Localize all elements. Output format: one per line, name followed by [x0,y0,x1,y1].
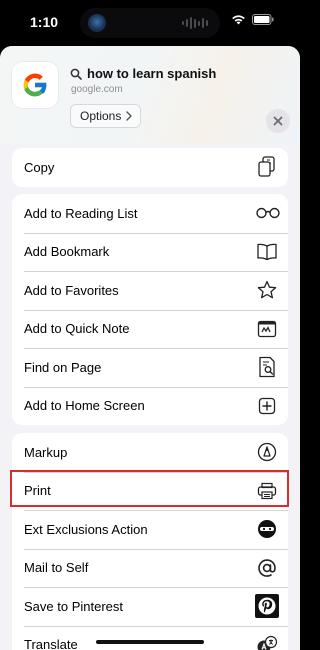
copy-icon [256,156,278,178]
options-label: Options [80,109,122,123]
action-add-to-reading-list[interactable]: Add to Reading List [12,194,288,233]
search-icon [70,68,82,80]
find-on-page-icon [256,356,278,378]
share-sheet-header: how to learn spanish google.com Options [0,46,300,144]
close-button[interactable] [266,109,290,133]
action-label: Translate [24,637,78,650]
at-icon [256,557,278,579]
now-playing-artwork [88,14,106,32]
action-label: Add to Reading List [24,205,138,221]
status-time: 1:10 [30,14,59,30]
markup-pen-icon [256,441,278,463]
action-label: Save to Pinterest [24,598,123,614]
action-label: Add Bookmark [24,244,110,260]
status-bar: 1:10 [0,0,300,46]
home-indicator [96,640,204,644]
pinterest-icon [254,593,280,619]
action-label: Find on Page [24,359,102,375]
action-find-on-page[interactable]: Find on Page [12,348,288,387]
site-url: google.com [71,84,123,95]
action-label: Copy [24,159,55,175]
status-icons [231,14,274,25]
action-group-browse: Add to Reading List Add Bookmark Add to … [12,194,288,425]
action-label: Add to Quick Note [24,321,130,337]
action-add-to-favorites[interactable]: Add to Favorites [12,271,288,310]
action-label: Add to Home Screen [24,398,145,414]
options-button[interactable]: Options [70,104,142,128]
action-label: Add to Favorites [24,282,119,298]
dynamic-island [80,8,220,38]
action-ext-exclusions[interactable]: Ext Exclusions Action [12,510,288,549]
google-logo-icon [12,62,58,108]
add-square-icon [256,395,278,417]
wifi-icon [232,15,245,25]
audio-waveform-icon [182,17,208,29]
action-group-extensions: Markup Print Ext Exclusions Action Mail … [12,433,288,650]
action-add-to-quick-note[interactable]: Add to Quick Note [12,309,288,349]
action-save-to-pinterest[interactable]: Save to Pinterest [12,587,288,626]
action-group-copy: Copy [12,148,288,187]
action-label: Markup [24,444,68,460]
action-copy[interactable]: Copy [12,148,288,187]
action-print[interactable]: Print [12,471,288,511]
star-icon [256,279,278,301]
translate-icon [256,634,278,650]
search-query: how to learn spanish [87,66,217,81]
printer-icon [256,480,278,502]
mask-icon [256,518,278,540]
action-add-to-home-screen[interactable]: Add to Home Screen [12,386,288,426]
action-label: Mail to Self [24,560,89,576]
action-mail-to-self[interactable]: Mail to Self [12,548,288,588]
page-title: how to learn spanish [70,66,216,81]
action-add-bookmark[interactable]: Add Bookmark [12,232,288,272]
action-markup[interactable]: Markup [12,433,288,472]
close-icon [273,116,283,126]
action-label: Print [24,483,51,499]
action-translate[interactable]: Translate [12,625,288,650]
action-label: Ext Exclusions Action [24,521,148,537]
share-sheet: how to learn spanish google.com Options … [0,46,300,650]
battery-icon [252,14,274,25]
glasses-icon [254,202,282,224]
quick-note-icon [256,318,278,340]
book-icon [256,241,278,263]
chevron-right-icon [126,111,133,121]
